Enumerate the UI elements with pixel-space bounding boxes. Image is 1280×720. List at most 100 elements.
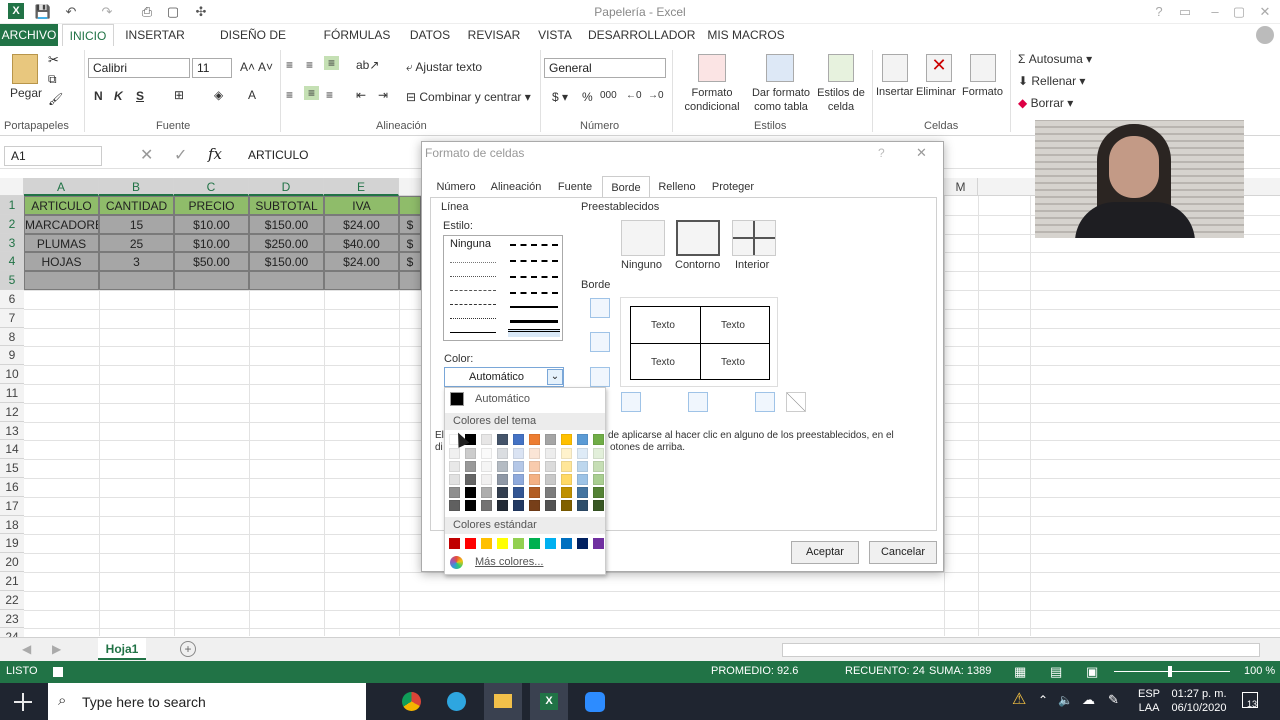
- tab-formulas[interactable]: FÓRMULAS: [320, 24, 394, 46]
- tab-mis-macros[interactable]: MIS MACROS: [704, 24, 788, 46]
- theme-color-swatch[interactable]: [545, 474, 556, 485]
- theme-color-swatch[interactable]: [449, 500, 460, 511]
- table-cell[interactable]: [399, 271, 421, 290]
- increase-decimal-icon[interactable]: ←0: [626, 90, 642, 101]
- line-style-option[interactable]: [450, 290, 496, 291]
- enter-icon[interactable]: ✓: [174, 145, 187, 165]
- format-cells-icon[interactable]: [970, 54, 996, 82]
- row-header[interactable]: 16: [0, 478, 24, 497]
- row-header[interactable]: 17: [0, 496, 24, 516]
- theme-color-swatch[interactable]: [497, 474, 508, 485]
- border-left-button[interactable]: [621, 392, 641, 412]
- row-header[interactable]: 18: [0, 515, 24, 535]
- theme-color-swatch[interactable]: [529, 474, 540, 485]
- save-icon[interactable]: 💾: [34, 3, 52, 21]
- cell-styles-button[interactable]: Estilos de celda: [814, 86, 868, 114]
- row-header[interactable]: 1: [0, 196, 24, 215]
- row-header[interactable]: 4: [0, 252, 24, 272]
- merge-center-button[interactable]: ⊟ Combinar y centrar ▾: [406, 90, 531, 104]
- fill-button[interactable]: ⬇ Rellenar ▾: [1018, 74, 1085, 88]
- dialog-tab-relleno[interactable]: Relleno: [654, 176, 700, 198]
- dialog-tab-alineacion[interactable]: Alineación: [486, 176, 546, 198]
- table-header-cell[interactable]: IVA: [324, 196, 399, 215]
- theme-color-swatch[interactable]: [465, 487, 476, 498]
- theme-color-swatch[interactable]: [593, 461, 604, 472]
- line-style-option[interactable]: [450, 332, 496, 333]
- zoom-slider[interactable]: [1114, 671, 1230, 672]
- close-window-icon[interactable]: ✕: [1256, 3, 1274, 21]
- line-style-option[interactable]: [450, 318, 496, 319]
- format-table-button[interactable]: Dar formato como tabla: [746, 86, 816, 114]
- theme-color-swatch[interactable]: [497, 448, 508, 459]
- orientation-icon[interactable]: ab↗: [356, 58, 379, 72]
- table-cell[interactable]: MARCADORES: [24, 214, 99, 234]
- wrap-text-button[interactable]: ⤶ Ajustar texto: [406, 60, 482, 75]
- theme-color-swatch[interactable]: [529, 461, 540, 472]
- copy-icon[interactable]: ⧉: [48, 72, 57, 87]
- number-format-combo[interactable]: General: [544, 58, 666, 78]
- col-header-e[interactable]: E: [324, 178, 399, 196]
- next-sheet-icon[interactable]: ▶: [52, 642, 61, 656]
- row-header[interactable]: 15: [0, 459, 24, 478]
- dialog-tab-borde[interactable]: Borde: [602, 176, 650, 198]
- tray-chevron-icon[interactable]: ⌃: [1038, 693, 1048, 707]
- align-middle-icon[interactable]: ≡: [306, 58, 313, 72]
- row-header[interactable]: 21: [0, 572, 24, 591]
- clear-button[interactable]: ◆ Borrar ▾: [1018, 96, 1073, 110]
- insert-function-icon[interactable]: fx: [208, 145, 222, 163]
- table-cell[interactable]: [99, 271, 174, 290]
- col-header-m[interactable]: M: [944, 178, 978, 196]
- more-colors-option[interactable]: Más colores...: [475, 556, 543, 568]
- tab-inicio[interactable]: INICIO: [62, 24, 114, 46]
- cancel-button[interactable]: Cancelar: [869, 541, 937, 564]
- table-cell[interactable]: $50.00: [174, 252, 249, 272]
- table-cell[interactable]: $: [399, 214, 421, 234]
- theme-color-swatch[interactable]: [481, 434, 492, 445]
- dialog-tab-numero[interactable]: Número: [432, 176, 480, 198]
- standard-color-swatch[interactable]: [593, 538, 604, 549]
- page-layout-view-icon[interactable]: ▤: [1050, 664, 1062, 680]
- thousands-icon[interactable]: 000: [600, 90, 617, 101]
- normal-view-icon[interactable]: ▦: [1014, 664, 1026, 680]
- font-color-icon[interactable]: A: [248, 88, 256, 102]
- theme-color-swatch[interactable]: [497, 461, 508, 472]
- format-table-icon[interactable]: [766, 54, 794, 82]
- table-cell[interactable]: $40.00: [324, 233, 399, 253]
- windows-start-icon[interactable]: [14, 693, 32, 711]
- table-cell[interactable]: [174, 271, 249, 290]
- cut-icon[interactable]: ✂: [48, 52, 59, 68]
- line-style-none[interactable]: Ninguna: [450, 238, 491, 250]
- theme-color-swatch[interactable]: [561, 434, 572, 445]
- standard-color-swatch[interactable]: [497, 538, 508, 549]
- cloud-icon[interactable]: ☁: [1082, 692, 1095, 708]
- print-icon[interactable]: ⎙: [138, 3, 156, 21]
- decrease-indent-icon[interactable]: ⇤: [356, 88, 366, 102]
- row-header[interactable]: 23: [0, 609, 24, 629]
- warning-icon[interactable]: ⚠: [1012, 689, 1026, 709]
- standard-color-swatch[interactable]: [481, 538, 492, 549]
- table-cell[interactable]: [249, 271, 324, 290]
- theme-color-swatch[interactable]: [465, 474, 476, 485]
- edge-icon[interactable]: [447, 692, 466, 711]
- pen-icon[interactable]: ✎: [1108, 692, 1119, 708]
- theme-color-swatch[interactable]: [577, 500, 588, 511]
- theme-color-swatch[interactable]: [497, 487, 508, 498]
- theme-color-swatch[interactable]: [481, 500, 492, 511]
- theme-color-swatch[interactable]: [577, 434, 588, 445]
- tab-vista[interactable]: VISTA: [532, 24, 578, 46]
- theme-color-swatch[interactable]: [593, 434, 604, 445]
- automatic-color-swatch[interactable]: [450, 392, 464, 406]
- border-preview[interactable]: Texto Texto Texto Texto: [620, 297, 778, 387]
- tab-datos[interactable]: DATOS: [404, 24, 456, 46]
- zoom-slider-thumb[interactable]: [1168, 666, 1172, 677]
- align-left-icon[interactable]: ≡: [286, 88, 293, 102]
- table-cell[interactable]: $150.00: [249, 252, 324, 272]
- help-icon[interactable]: ?: [1150, 3, 1168, 21]
- theme-color-swatch[interactable]: [449, 461, 460, 472]
- row-header[interactable]: 14: [0, 440, 24, 460]
- font-size-combo[interactable]: 11: [192, 58, 232, 78]
- row-header[interactable]: 11: [0, 384, 24, 403]
- fill-color-icon[interactable]: ◈: [214, 88, 223, 102]
- currency-icon[interactable]: $ ▾: [552, 90, 568, 104]
- dialog-close-button[interactable]: ✕: [916, 145, 927, 161]
